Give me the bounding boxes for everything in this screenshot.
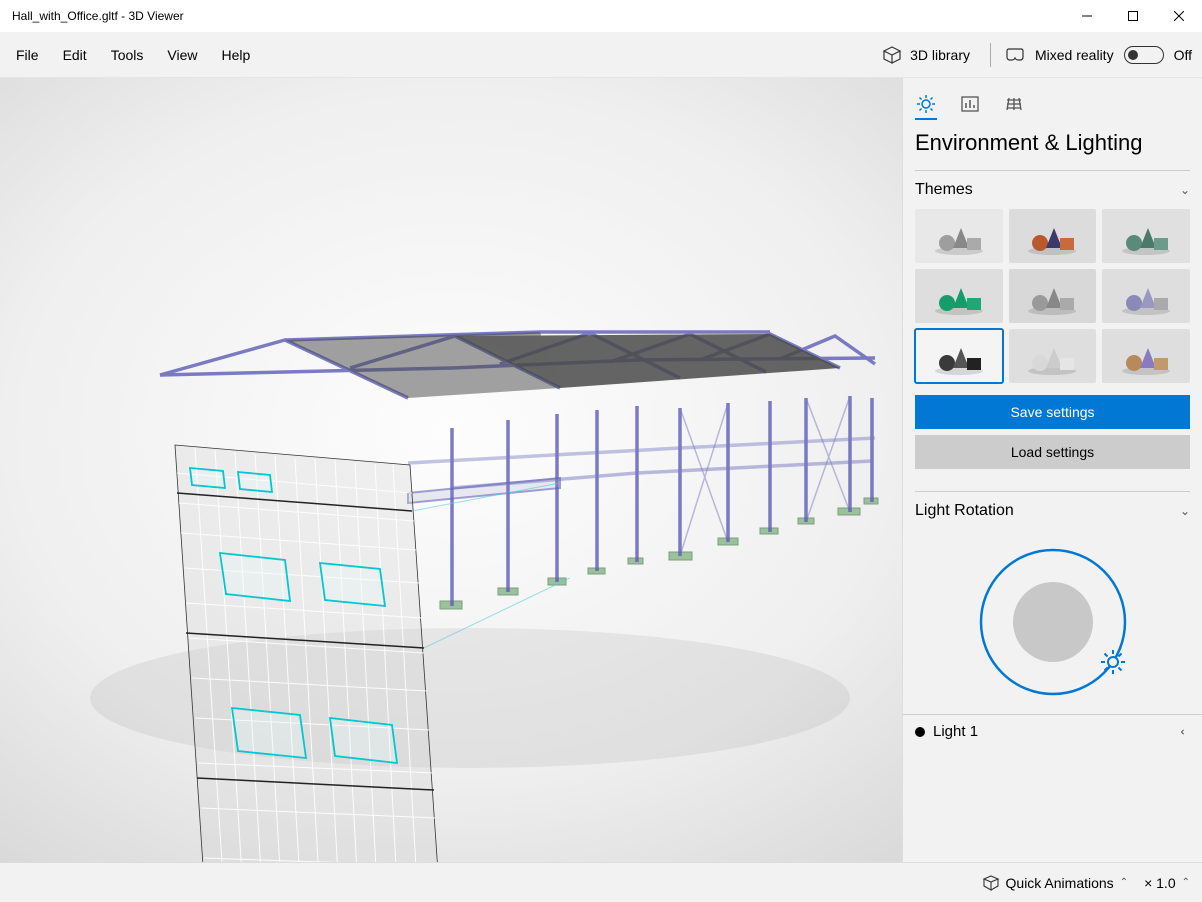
3d-viewport[interactable]: [0, 78, 902, 862]
theme-tile-6[interactable]: [915, 329, 1003, 383]
menu-edit[interactable]: Edit: [51, 41, 99, 69]
theme-tile-4[interactable]: [1009, 269, 1097, 323]
tab-lighting[interactable]: [915, 90, 937, 118]
chevron-down-icon: ⌄: [1180, 183, 1190, 197]
menu-right: 3D library Mixed reality Off: [876, 42, 1192, 68]
tab-grid[interactable]: [1003, 90, 1025, 118]
theme-tile-3[interactable]: [915, 269, 1003, 323]
chevron-up-icon: ⌃: [1182, 877, 1190, 888]
quick-animations-label: Quick Animations: [1006, 875, 1114, 891]
title-bar: Hall_with_Office.gltf - 3D Viewer: [0, 0, 1202, 32]
headset-icon: [1005, 47, 1025, 63]
themes-label: Themes: [915, 181, 973, 199]
menu-view[interactable]: View: [155, 41, 209, 69]
theme-tile-8[interactable]: [1102, 329, 1190, 383]
close-button[interactable]: [1156, 0, 1202, 32]
load-settings-button[interactable]: Load settings: [915, 435, 1190, 469]
sidebar-tabs: [903, 78, 1202, 118]
chevron-down-icon: ⌄: [1180, 504, 1190, 518]
menu-bar: File Edit Tools View Help 3D library Mix…: [0, 32, 1202, 78]
menu-left: File Edit Tools View Help: [4, 41, 262, 69]
section-themes-header[interactable]: Themes ⌄: [903, 171, 1202, 209]
light-1-row[interactable]: Light 1 ⌄: [903, 714, 1202, 748]
sun-icon: [916, 94, 936, 114]
3d-model: [0, 78, 902, 862]
chevron-left-icon: ⌄: [1178, 726, 1192, 736]
theme-tile-1[interactable]: [1009, 209, 1097, 263]
theme-tile-5[interactable]: [1102, 269, 1190, 323]
window-controls: [1064, 0, 1202, 32]
cube-icon: [882, 46, 902, 64]
mixed-reality-section: Mixed reality Off: [1005, 46, 1192, 64]
chevron-up-icon: ⌃: [1120, 877, 1128, 888]
sidebar: Environment & Lighting Themes ⌄ Save set…: [902, 78, 1202, 862]
menu-help[interactable]: Help: [209, 41, 262, 69]
mixed-reality-label: Mixed reality: [1035, 47, 1114, 63]
status-bar: Quick Animations ⌃ × 1.0 ⌃: [0, 862, 1202, 902]
3d-library-label: 3D library: [910, 47, 970, 63]
window-title: Hall_with_Office.gltf - 3D Viewer: [12, 9, 184, 23]
zoom-control[interactable]: × 1.0 ⌃: [1144, 875, 1190, 891]
3d-library-button[interactable]: 3D library: [876, 42, 976, 68]
main-area: Environment & Lighting Themes ⌄ Save set…: [0, 78, 1202, 862]
zoom-value: × 1.0: [1144, 875, 1176, 891]
theme-tile-2[interactable]: [1102, 209, 1190, 263]
grid-icon: [1004, 94, 1024, 114]
menu-tools[interactable]: Tools: [99, 41, 156, 69]
themes-grid: [903, 209, 1202, 395]
section-rotation-header[interactable]: Light Rotation ⌄: [903, 492, 1202, 530]
theme-tile-7[interactable]: [1009, 329, 1097, 383]
theme-tile-0[interactable]: [915, 209, 1003, 263]
light-color-dot: [915, 727, 925, 737]
menu-file[interactable]: File: [4, 41, 51, 69]
divider: [990, 43, 991, 67]
tab-stats[interactable]: [959, 90, 981, 118]
cube-wireframe-icon: [982, 875, 1000, 891]
stats-icon: [960, 94, 980, 114]
maximize-button[interactable]: [1110, 0, 1156, 32]
minimize-button[interactable]: [1064, 0, 1110, 32]
mixed-reality-state: Off: [1174, 47, 1192, 63]
light-rotation-dial[interactable]: [973, 542, 1133, 702]
mixed-reality-toggle[interactable]: [1124, 46, 1164, 64]
rotation-label: Light Rotation: [915, 502, 1014, 520]
save-settings-button[interactable]: Save settings: [915, 395, 1190, 429]
light-1-label: Light 1: [933, 723, 978, 740]
panel-title: Environment & Lighting: [903, 118, 1202, 170]
quick-animations-button[interactable]: Quick Animations ⌃: [982, 875, 1129, 891]
